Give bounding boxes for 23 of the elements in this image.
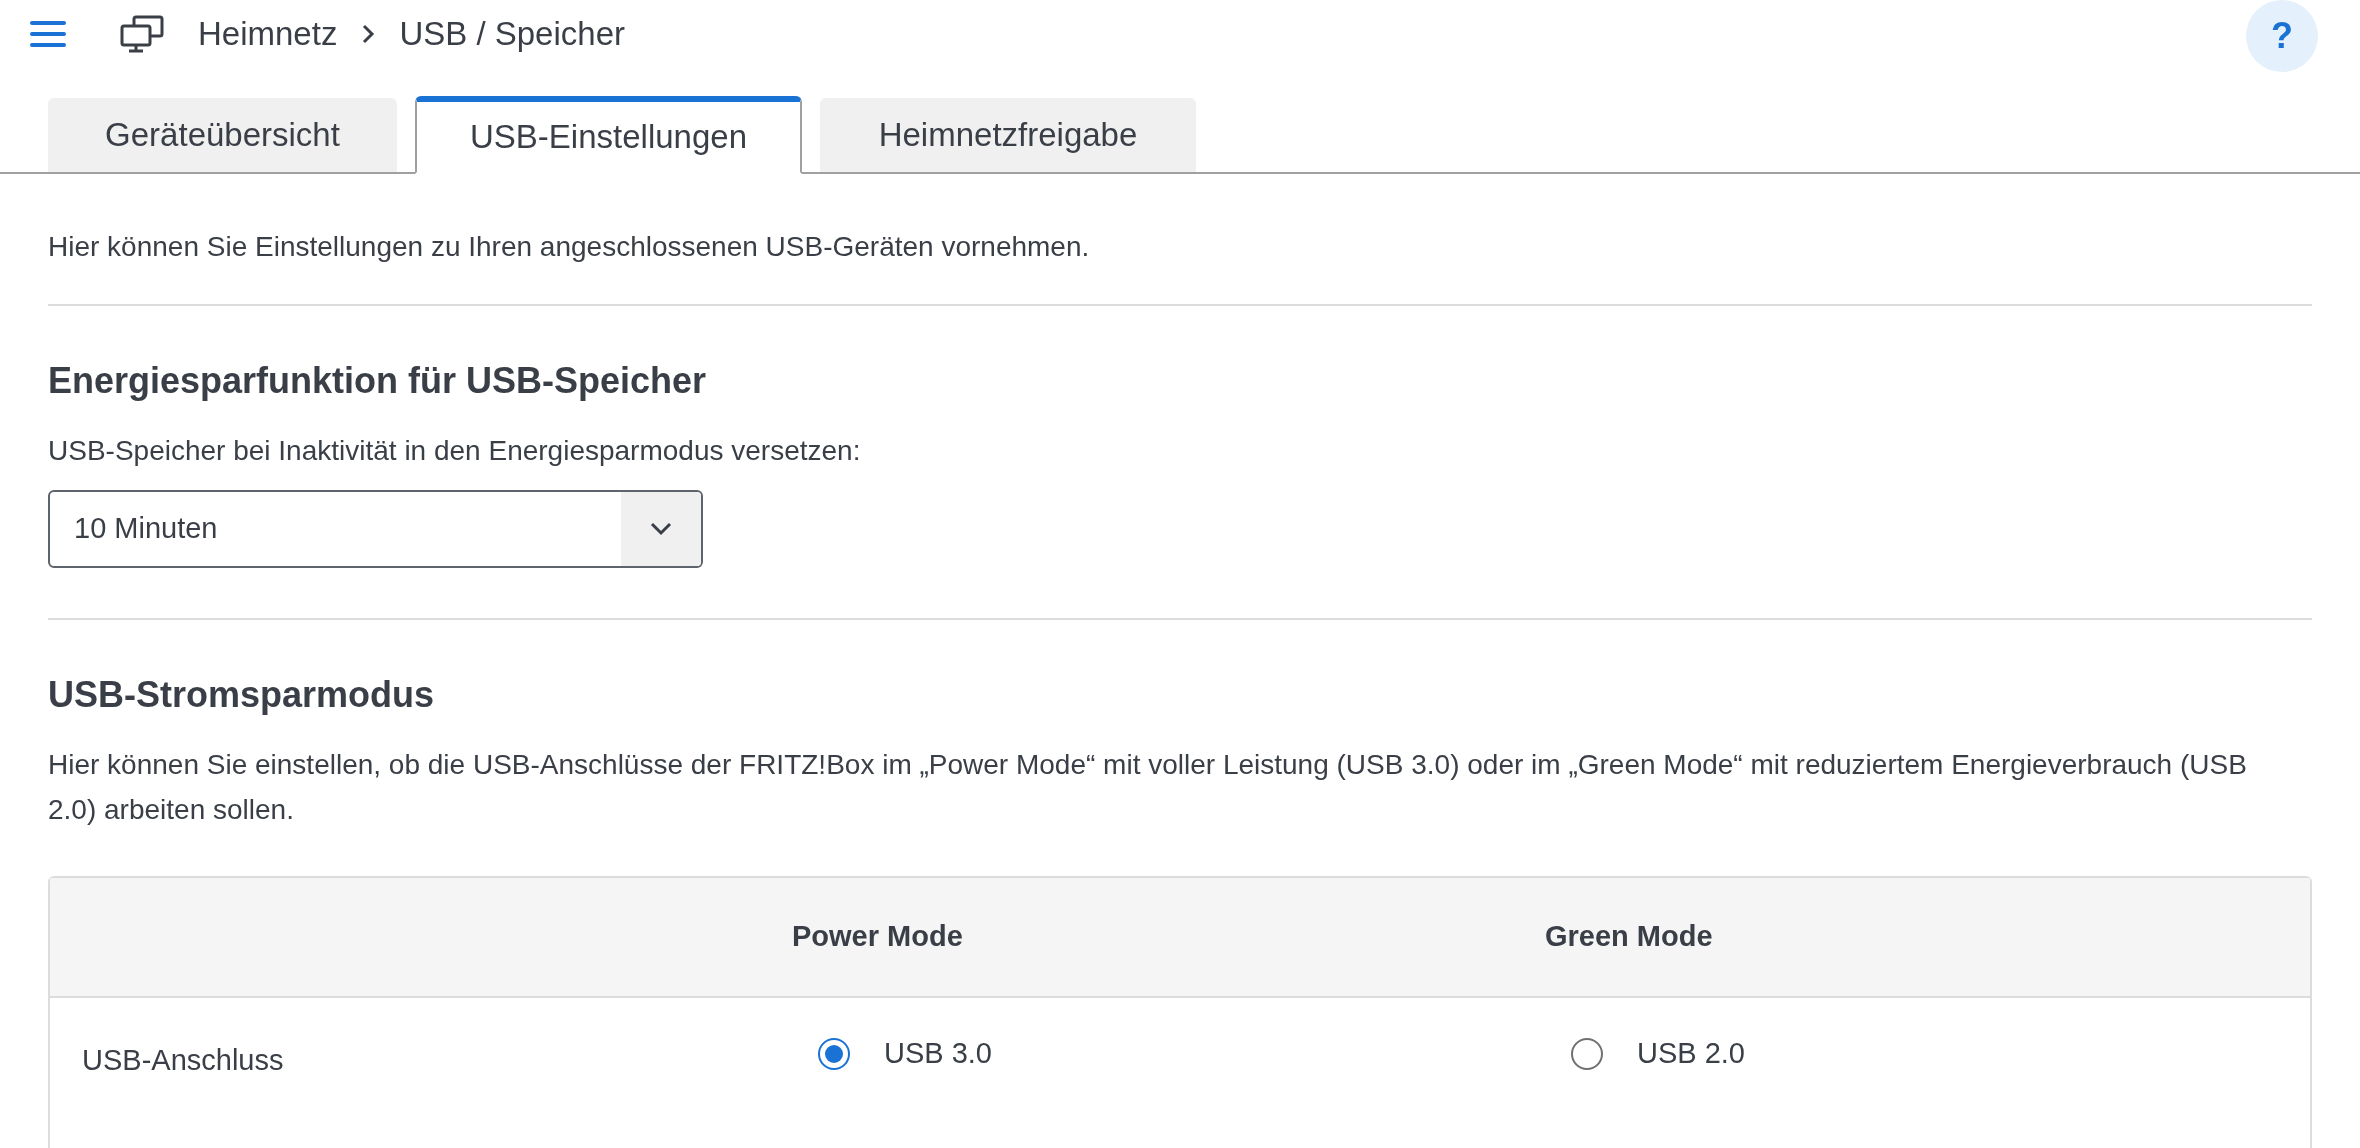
computer-icon <box>120 15 164 53</box>
row-label: USB-Anschluss <box>82 1044 284 1077</box>
column-header: Green Mode <box>1545 920 1713 953</box>
breadcrumb-item[interactable]: Heimnetz <box>198 9 338 59</box>
radio-button[interactable] <box>818 1038 850 1070</box>
field-label: USB-Speicher bei Inaktivität in den Energiesparmodus versetzen: <box>48 434 862 468</box>
chevron-down-icon <box>650 522 672 536</box>
radio-label[interactable]: USB 3.0 <box>884 1032 992 1076</box>
radio-label[interactable]: USB 2.0 <box>1637 1032 1745 1076</box>
intro-text: Hier können Sie Einstellungen zu Ihren angeschlossenen USB-Geräten vornehmen. <box>48 230 1091 264</box>
tab[interactable]: Geräteübersicht <box>48 98 397 172</box>
section-description: Hier können Sie einstellen, ob die USB-Anschlüsse der FRITZ!Box im „Power Mode“ mit voller Leistung (USB 3.0) oder im „Green Mode“ mit reduziertem Energieverbrauch (USB 2.0) arbeiten sollen. <box>48 748 2248 827</box>
section-heading: Energiesparfunktion für USB-Speicher <box>48 359 708 403</box>
duration-dropdown[interactable]: 10 Minuten <box>48 490 703 568</box>
breadcrumb-item: USB / Speicher <box>399 14 625 55</box>
help-button[interactable]: ? <box>2246 0 2318 72</box>
chevron-right-icon <box>361 23 376 45</box>
column-header: Power Mode <box>792 920 963 953</box>
menu-icon[interactable] <box>30 20 66 48</box>
radio-button[interactable] <box>1571 1038 1603 1070</box>
tab[interactable]: USB-Einstellungen <box>415 96 802 174</box>
section-heading: USB-Stromsparmodus <box>48 673 436 717</box>
tab[interactable]: Heimnetzfreigabe <box>820 98 1196 172</box>
